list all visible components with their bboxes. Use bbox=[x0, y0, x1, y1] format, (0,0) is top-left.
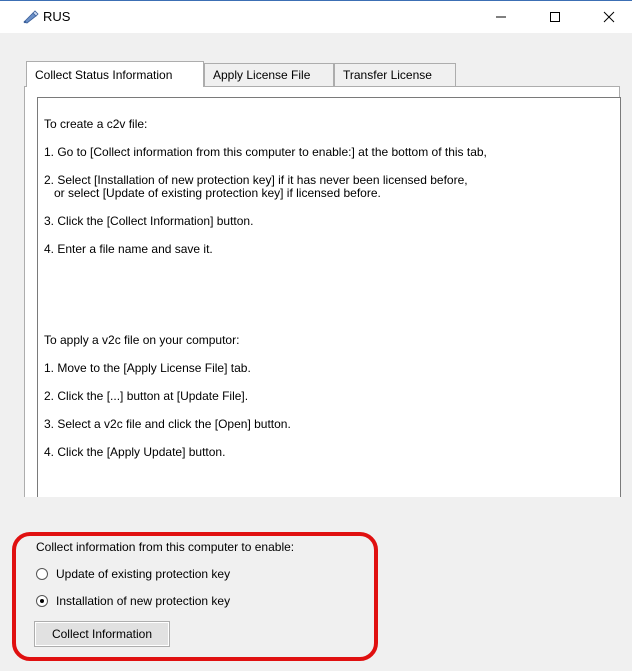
radio-button-selected[interactable] bbox=[36, 595, 48, 607]
close-icon bbox=[603, 11, 615, 23]
radio-button[interactable] bbox=[36, 568, 48, 580]
tab-collect-status-information[interactable]: Collect Status Information bbox=[26, 61, 204, 87]
window-title: RUS bbox=[43, 9, 71, 24]
rus-window: RUS Collect Status Information Apply Lic… bbox=[0, 0, 632, 671]
instruction-line: or select [Update of existing protection… bbox=[44, 186, 381, 200]
title-bar: RUS bbox=[0, 1, 632, 33]
key-pen-icon bbox=[23, 10, 39, 24]
instruction-line: To apply a v2c file on your computor: bbox=[44, 333, 240, 347]
tab-transfer-license[interactable]: Transfer License bbox=[334, 63, 456, 87]
maximize-icon bbox=[550, 12, 560, 22]
instruction-line: 3. Select a v2c file and click the [Open… bbox=[44, 417, 291, 431]
instruction-line: 3. Click the [Collect Information] butto… bbox=[44, 214, 254, 228]
collect-information-button[interactable]: Collect Information bbox=[34, 621, 170, 647]
radio-update-existing-key[interactable]: Update of existing protection key bbox=[36, 567, 230, 581]
minimize-button[interactable] bbox=[478, 1, 524, 33]
instruction-line: 4. Enter a file name and save it. bbox=[44, 242, 213, 256]
instruction-line: 4. Click the [Apply Update] button. bbox=[44, 445, 226, 459]
instructions-textbox[interactable]: To create a c2v file: 1. Go to [Collect … bbox=[37, 97, 621, 527]
radio-label: Installation of new protection key bbox=[56, 594, 231, 608]
maximize-button[interactable] bbox=[532, 1, 578, 33]
tab-apply-license-file[interactable]: Apply License File bbox=[204, 63, 334, 87]
minimize-icon bbox=[496, 16, 506, 18]
instruction-line: 2. Click the [...] button at [Update Fil… bbox=[44, 389, 249, 403]
collect-label: Collect information from this computer t… bbox=[36, 540, 295, 554]
close-button[interactable] bbox=[586, 1, 632, 33]
instruction-line: 1. Move to the [Apply License File] tab. bbox=[44, 361, 251, 375]
radio-install-new-key[interactable]: Installation of new protection key bbox=[36, 594, 230, 608]
instruction-line: 1. Go to [Collect information from this … bbox=[44, 145, 487, 159]
radio-label: Update of existing protection key bbox=[56, 567, 231, 581]
instruction-line: To create a c2v file: bbox=[44, 117, 148, 131]
